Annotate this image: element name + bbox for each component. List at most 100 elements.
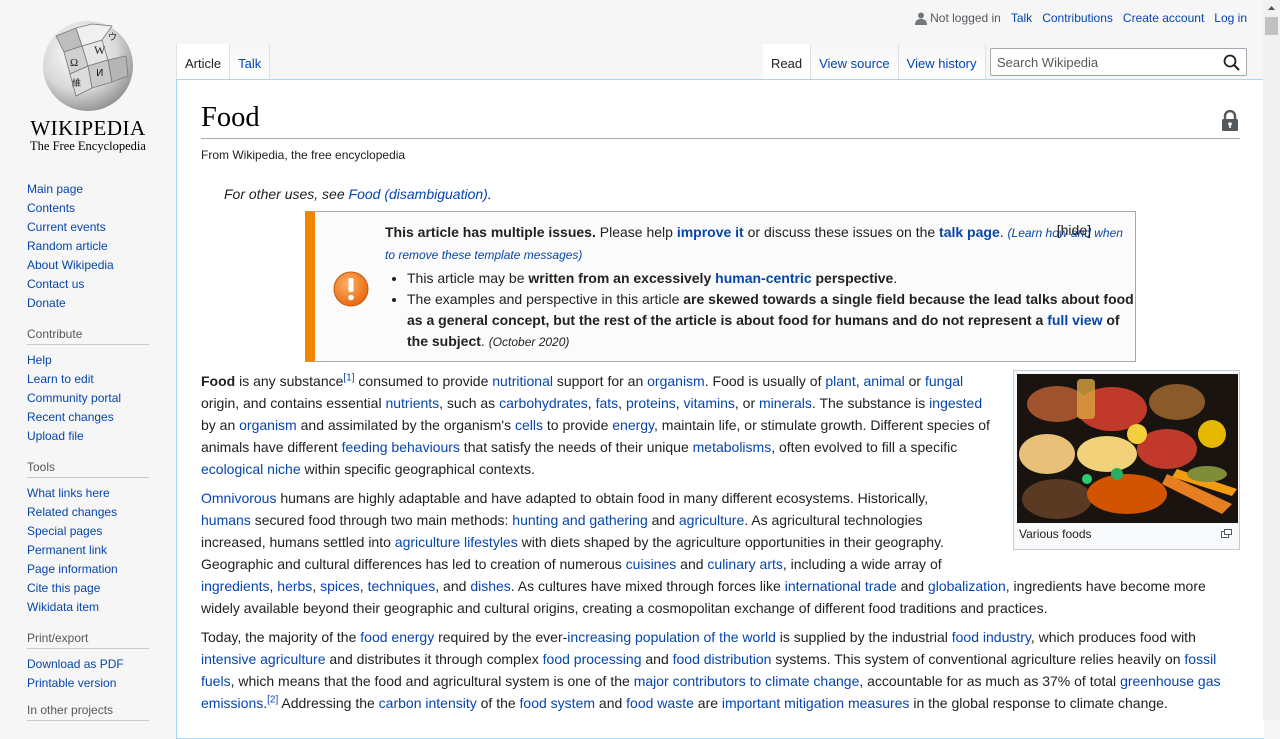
sidebar-item-learn-to-edit[interactable]: Learn to edit: [27, 372, 94, 386]
sidebar-item-main-page[interactable]: Main page: [27, 182, 83, 196]
link-culinary-arts[interactable]: culinary arts: [707, 556, 782, 572]
link-animal[interactable]: animal: [864, 373, 905, 389]
sidebar-item-printable-version[interactable]: Printable version: [27, 676, 116, 690]
link-agriculture[interactable]: agriculture: [679, 512, 744, 528]
personal-talk-link[interactable]: Talk: [1011, 11, 1032, 25]
sidebar-item-wikidata-item[interactable]: Wikidata item: [27, 600, 99, 614]
sidebar-item-cite-this-page[interactable]: Cite this page: [27, 581, 100, 595]
tab-read[interactable]: Read: [763, 44, 812, 80]
link-omnivorous[interactable]: Omnivorous: [201, 490, 276, 506]
full-view-link[interactable]: full view: [1047, 312, 1102, 328]
link-ingredients[interactable]: ingredients: [201, 578, 270, 594]
tab-view-history[interactable]: View history: [898, 44, 986, 80]
link-dishes[interactable]: dishes: [470, 578, 510, 594]
sidebar-item-download-pdf[interactable]: Download as PDF: [27, 657, 124, 671]
text: to provide: [542, 417, 613, 433]
sidebar-item-contents[interactable]: Contents: [27, 201, 75, 215]
svg-text:И: И: [96, 68, 103, 79]
link-organism[interactable]: organism: [647, 373, 705, 389]
link-carbon-intensity[interactable]: carbon intensity: [379, 695, 477, 711]
link-food-industry[interactable]: food industry: [952, 629, 1031, 645]
link-increasing-population[interactable]: increasing population of the world: [567, 629, 776, 645]
sidebar-item-current-events[interactable]: Current events: [27, 220, 106, 234]
sidebar-item-random-article[interactable]: Random article: [27, 239, 108, 253]
create-account-link[interactable]: Create account: [1123, 11, 1204, 25]
link-hunting-and-gathering[interactable]: hunting and gathering: [512, 512, 647, 528]
sidebar-item-what-links-here[interactable]: What links here: [27, 486, 110, 500]
link-plant[interactable]: plant: [825, 373, 855, 389]
text: systems. This system of conventional agr…: [771, 651, 1185, 667]
lock-icon[interactable]: [1221, 110, 1239, 132]
issues-text: This article has multiple issues. Please…: [385, 222, 1135, 353]
link-nutrients[interactable]: nutrients: [385, 395, 439, 411]
text: , which produces food with: [1030, 629, 1196, 645]
link-metabolisms[interactable]: metabolisms: [693, 439, 772, 455]
sidebar-item-related-changes[interactable]: Related changes: [27, 505, 117, 519]
search-icon[interactable]: [1223, 54, 1240, 71]
sidebar-item-about-wikipedia[interactable]: About Wikipedia: [27, 258, 114, 272]
sidebar-item-permanent-link[interactable]: Permanent link: [27, 543, 107, 557]
link-food-processing[interactable]: food processing: [543, 651, 642, 667]
text: in the global response to climate change…: [909, 695, 1168, 711]
link-humans[interactable]: humans: [201, 512, 251, 528]
link-climate-change[interactable]: major contributors to climate change: [634, 673, 860, 689]
link-ingested[interactable]: ingested: [929, 395, 982, 411]
link-feeding-behaviours[interactable]: feeding behaviours: [342, 439, 460, 455]
link-herbs[interactable]: herbs: [277, 578, 312, 594]
link-food-energy[interactable]: food energy: [360, 629, 434, 645]
link-minerals[interactable]: minerals: [759, 395, 812, 411]
tab-article[interactable]: Article: [176, 44, 231, 80]
link-food-system[interactable]: food system: [520, 695, 595, 711]
reference-2[interactable]: [2]: [267, 694, 278, 705]
paragraph-3: Today, the majority of the food energy r…: [201, 626, 1241, 714]
link-organism-2[interactable]: organism: [239, 417, 297, 433]
link-food-distribution[interactable]: food distribution: [673, 651, 772, 667]
text: within specific geographical contexts.: [300, 461, 535, 477]
link-fats[interactable]: fats: [596, 395, 619, 411]
reference-1[interactable]: [1]: [343, 372, 354, 383]
article-content: Food From Wikipedia, the free encycloped…: [176, 79, 1264, 739]
talk-page-link[interactable]: talk page: [939, 224, 1000, 240]
sidebar-navigation: Main page Contents Current events Random…: [0, 180, 176, 313]
sidebar-item-page-information[interactable]: Page information: [27, 562, 118, 576]
human-centric-link[interactable]: human-centric: [715, 270, 811, 286]
hide-toggle[interactable]: [hide]: [1057, 222, 1091, 238]
tab-talk[interactable]: Talk: [230, 44, 271, 80]
text: . The substance is: [811, 395, 930, 411]
sidebar-item-donate[interactable]: Donate: [27, 296, 66, 310]
link-mitigation-measures[interactable]: important mitigation measures: [722, 695, 910, 711]
link-intensive-agriculture[interactable]: intensive agriculture: [201, 651, 326, 667]
link-fungal[interactable]: fungal: [925, 373, 963, 389]
scrollbar[interactable]: [1263, 0, 1280, 720]
link-agriculture-lifestyles[interactable]: agriculture lifestyles: [395, 534, 518, 550]
tab-view-source[interactable]: View source: [811, 44, 899, 80]
log-in-link[interactable]: Log in: [1214, 11, 1247, 25]
link-international-trade[interactable]: international trade: [785, 578, 897, 594]
link-energy[interactable]: energy: [612, 417, 654, 433]
link-proteins[interactable]: proteins: [626, 395, 676, 411]
link-techniques[interactable]: techniques: [368, 578, 436, 594]
link-spices[interactable]: spices: [320, 578, 360, 594]
link-food-waste[interactable]: food waste: [626, 695, 694, 711]
improve-link[interactable]: improve it: [677, 224, 744, 240]
personal-contributions-link[interactable]: Contributions: [1042, 11, 1113, 25]
wikipedia-logo[interactable]: W Ω И 維 ウ WIKIPEDIA The Free Encyclopedi…: [0, 0, 176, 160]
sidebar-item-community-portal[interactable]: Community portal: [27, 391, 121, 405]
link-ecological-niche[interactable]: ecological niche: [201, 461, 301, 477]
link-globalization[interactable]: globalization: [928, 578, 1006, 594]
scroll-up-icon[interactable]: [1263, 0, 1280, 17]
sidebar-item-upload-file[interactable]: Upload file: [27, 429, 84, 443]
sidebar-item-special-pages[interactable]: Special pages: [27, 524, 102, 538]
hatnote-link[interactable]: Food (disambiguation): [349, 186, 488, 202]
scrollbar-thumb[interactable]: [1265, 17, 1278, 35]
sidebar-contribute: Contribute Help Learn to edit Community …: [0, 327, 176, 446]
link-cells[interactable]: cells: [515, 417, 543, 433]
sidebar-item-recent-changes[interactable]: Recent changes: [27, 410, 114, 424]
sidebar-item-help[interactable]: Help: [27, 353, 52, 367]
search-input[interactable]: [991, 49, 1211, 75]
link-cuisines[interactable]: cuisines: [626, 556, 677, 572]
sidebar-item-contact-us[interactable]: Contact us: [27, 277, 84, 291]
link-nutritional[interactable]: nutritional: [492, 373, 553, 389]
link-vitamins[interactable]: vitamins: [684, 395, 735, 411]
link-carbohydrates[interactable]: carbohydrates: [499, 395, 588, 411]
